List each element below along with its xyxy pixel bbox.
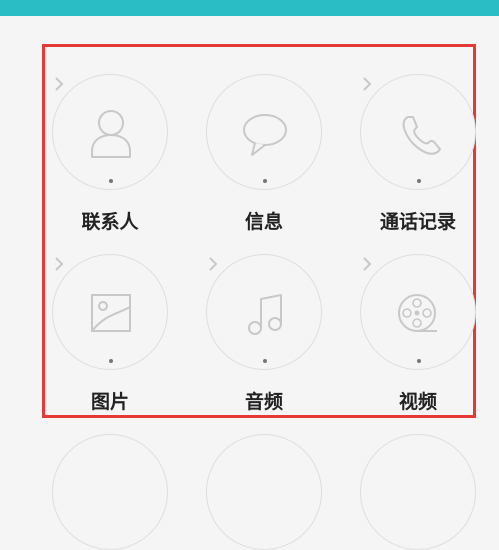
- phone-icon: [402, 116, 441, 155]
- next-row-circle-button[interactable]: [52, 434, 168, 550]
- contact-icon: [91, 110, 131, 158]
- indicator-dot: [109, 179, 113, 183]
- indicator-dot: [263, 179, 267, 183]
- tile-label: 视频: [398, 391, 437, 413]
- audio-circle-button[interactable]: [206, 254, 322, 370]
- chevron-right-icon: [363, 257, 372, 271]
- chevron-right-icon: [55, 257, 64, 271]
- chevron-right-icon: [363, 77, 372, 91]
- tile-call-log[interactable]: 通话记录: [308, 74, 499, 254]
- indicator-dot: [417, 179, 421, 183]
- indicator-dot: [109, 359, 113, 363]
- chevron-right-icon: [209, 257, 218, 271]
- call-log-circle-button[interactable]: [360, 74, 476, 190]
- next-row-circle-button[interactable]: [360, 434, 476, 550]
- music-icon: [248, 294, 282, 335]
- tile-video[interactable]: 视频: [308, 254, 499, 434]
- messages-circle-button[interactable]: [206, 74, 322, 190]
- contacts-circle-button[interactable]: [52, 74, 168, 190]
- image-icon: [91, 294, 131, 332]
- video-reel-icon: [398, 294, 437, 332]
- images-circle-button[interactable]: [52, 254, 168, 370]
- top-status-bar: [0, 0, 499, 16]
- tile-label: 通话记录: [379, 211, 456, 233]
- chevron-right-icon: [55, 77, 64, 91]
- message-icon: [243, 114, 287, 156]
- indicator-dot: [417, 359, 421, 363]
- next-row-circle-button[interactable]: [206, 434, 322, 550]
- video-circle-button[interactable]: [360, 254, 476, 370]
- indicator-dot: [263, 359, 267, 363]
